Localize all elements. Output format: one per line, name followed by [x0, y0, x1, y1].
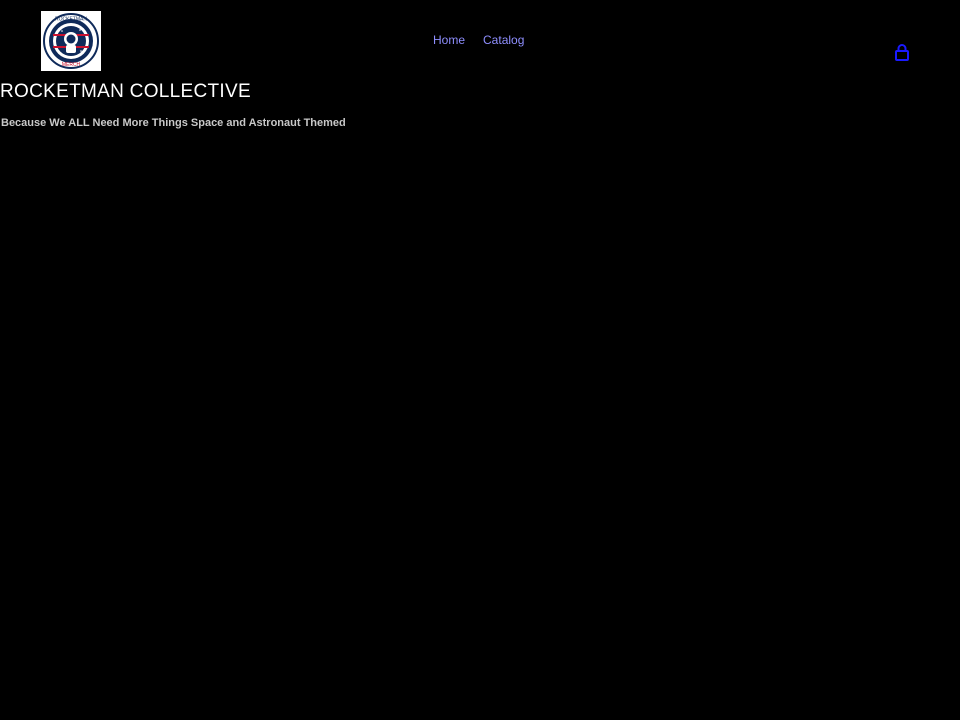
page: ROCKETMAN MERCH Home Catalog ROCKETMAN C…	[0, 0, 960, 720]
logo-link[interactable]: ROCKETMAN MERCH	[41, 11, 101, 71]
cart-link[interactable]	[893, 43, 911, 61]
nav-link-home[interactable]: Home	[433, 33, 465, 47]
badge-text-bottom: MERCH	[62, 62, 81, 68]
site-tagline: Because We ALL Need More Things Space an…	[1, 117, 346, 129]
badge-text-top: ROCKETMAN	[55, 17, 87, 23]
nav-link-catalog[interactable]: Catalog	[483, 33, 524, 47]
rocketman-badge-icon: ROCKETMAN MERCH	[41, 11, 101, 71]
cart-icon	[895, 44, 909, 61]
main-nav: Home Catalog	[433, 33, 524, 47]
site-title: ROCKETMAN COLLECTIVE	[0, 81, 251, 102]
